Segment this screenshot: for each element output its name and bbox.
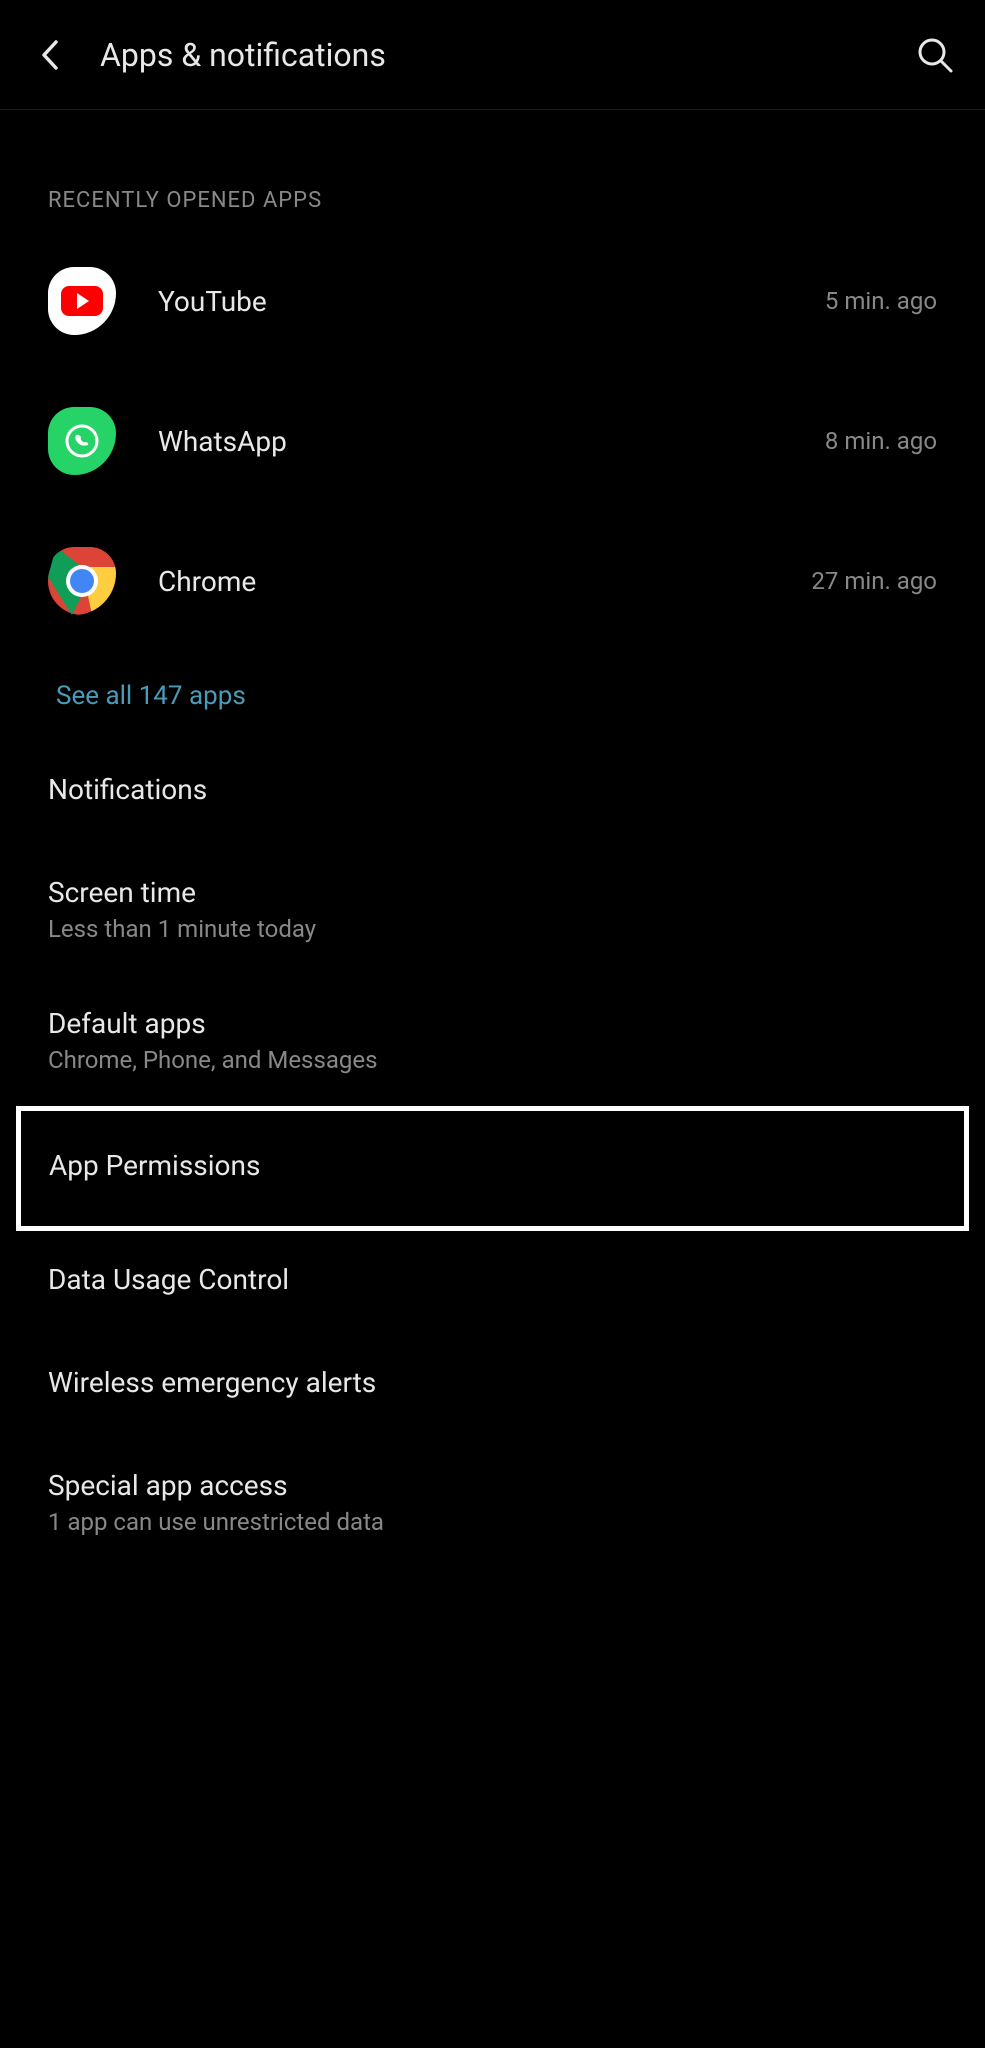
- setting-title: Notifications: [48, 773, 937, 806]
- app-row-youtube[interactable]: YouTube 5 min. ago: [48, 231, 937, 371]
- app-time: 27 min. ago: [811, 567, 937, 595]
- setting-subtitle: Less than 1 minute today: [48, 915, 937, 943]
- search-button[interactable]: [915, 35, 955, 75]
- app-time: 5 min. ago: [825, 287, 937, 315]
- setting-data-usage[interactable]: Data Usage Control: [48, 1231, 937, 1334]
- chrome-icon: [48, 547, 116, 615]
- header: Apps & notifications: [0, 0, 985, 110]
- setting-subtitle: Chrome, Phone, and Messages: [48, 1046, 937, 1074]
- setting-screen-time[interactable]: Screen time Less than 1 minute today: [48, 844, 937, 975]
- see-all-apps-link[interactable]: See all 147 apps: [48, 651, 937, 741]
- setting-notifications[interactable]: Notifications: [48, 741, 937, 844]
- app-name: YouTube: [158, 285, 825, 318]
- app-name: Chrome: [158, 565, 811, 598]
- page-title: Apps & notifications: [100, 36, 915, 74]
- setting-title: Screen time: [48, 876, 937, 909]
- setting-app-permissions[interactable]: App Permissions: [16, 1106, 969, 1231]
- chevron-left-icon: [40, 38, 60, 72]
- content: RECENTLY OPENED APPS YouTube 5 min. ago …: [0, 110, 985, 1568]
- setting-title: App Permissions: [49, 1149, 936, 1182]
- setting-special-access[interactable]: Special app access 1 app can use unrestr…: [48, 1437, 937, 1568]
- setting-subtitle: 1 app can use unrestricted data: [48, 1508, 937, 1536]
- search-icon: [915, 35, 955, 75]
- setting-wireless-alerts[interactable]: Wireless emergency alerts: [48, 1334, 937, 1437]
- setting-title: Special app access: [48, 1469, 937, 1502]
- app-name: WhatsApp: [158, 425, 825, 458]
- setting-title: Default apps: [48, 1007, 937, 1040]
- whatsapp-icon: [48, 407, 116, 475]
- app-time: 8 min. ago: [825, 427, 937, 455]
- youtube-icon: [48, 267, 116, 335]
- back-button[interactable]: [30, 35, 70, 75]
- app-row-whatsapp[interactable]: WhatsApp 8 min. ago: [48, 371, 937, 511]
- app-row-chrome[interactable]: Chrome 27 min. ago: [48, 511, 937, 651]
- setting-title: Data Usage Control: [48, 1263, 937, 1296]
- section-header: RECENTLY OPENED APPS: [48, 110, 937, 231]
- setting-title: Wireless emergency alerts: [48, 1366, 937, 1399]
- setting-default-apps[interactable]: Default apps Chrome, Phone, and Messages: [48, 975, 937, 1106]
